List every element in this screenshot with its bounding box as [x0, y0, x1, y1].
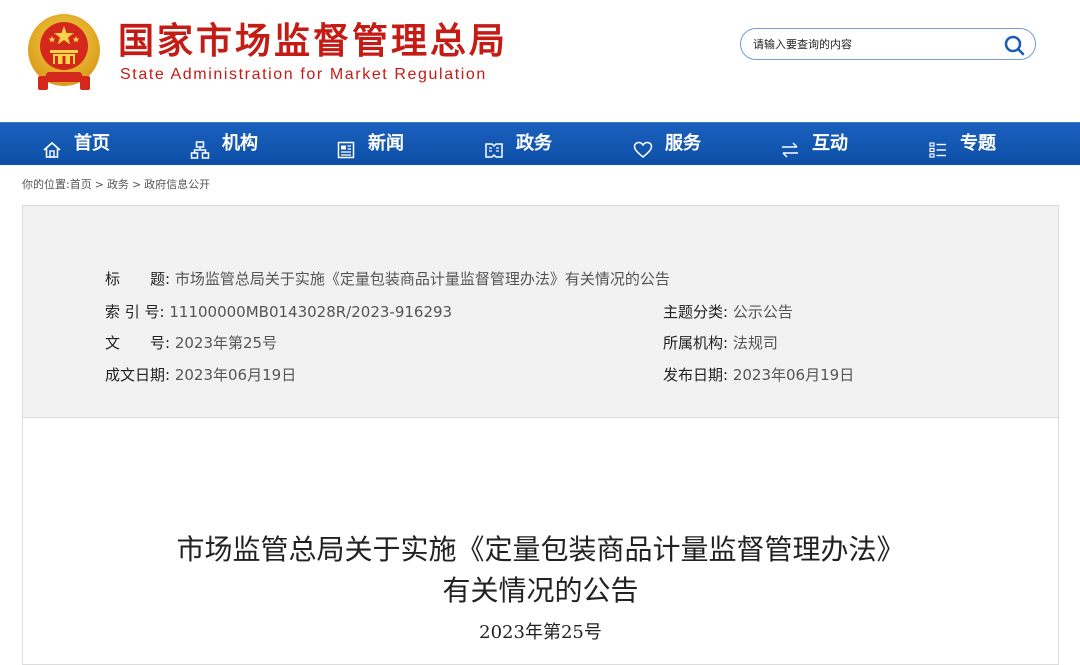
- nav-label: 新闻: [368, 133, 404, 154]
- article-title-line-1: 市场监管总局关于实施《定量包装商品计量监督管理办法》: [176, 533, 905, 566]
- nav-item-interaction[interactable]: 互动: [780, 123, 848, 165]
- info-label: 所属机构:: [663, 334, 729, 352]
- exchange-icon: [780, 134, 800, 158]
- info-value: 市场监管总局关于实施《定量包装商品计量监督管理办法》有关情况的公告: [174, 270, 670, 288]
- nav-label: 专题: [960, 133, 996, 154]
- breadcrumb-separator: >: [131, 178, 142, 191]
- info-label: 主题分类:: [663, 303, 729, 321]
- nav-label: 服务: [665, 133, 701, 154]
- content-frame: 标 题: 市场监管总局关于实施《定量包装商品计量监督管理办法》有关情况的公告 索…: [22, 205, 1059, 665]
- info-value: 2023年第25号: [174, 334, 278, 352]
- national-emblem-icon[interactable]: [24, 12, 104, 94]
- info-row-index: 索 引 号: 11100000MB0143028R/2023-916293: [105, 302, 452, 322]
- info-value: 2023年06月19日: [732, 366, 855, 384]
- government-affairs-icon: [484, 134, 504, 158]
- home-icon: [42, 134, 62, 158]
- nav-item-services[interactable]: 服务: [633, 123, 701, 165]
- info-label: 文 号:: [105, 334, 171, 352]
- breadcrumb-link-gov-affairs[interactable]: 政务: [107, 178, 129, 191]
- info-row-title: 标 题: 市场监管总局关于实施《定量包装商品计量监督管理办法》有关情况的公告: [105, 269, 670, 289]
- main-nav: 首页 机构 新闻 政务 服务 互动 专题: [0, 122, 1080, 165]
- site-title[interactable]: 国家市场监督管理总局: [118, 22, 508, 62]
- nav-label: 首页: [74, 133, 110, 154]
- breadcrumb-separator: >: [94, 178, 104, 191]
- news-icon: [336, 134, 356, 159]
- breadcrumb-link-info-disclosure[interactable]: 政府信息公开: [144, 178, 210, 191]
- info-row-topic: 主题分类: 公示公告: [663, 302, 793, 322]
- document-info-panel: 标 题: 市场监管总局关于实施《定量包装商品计量监督管理办法》有关情况的公告 索…: [23, 206, 1058, 418]
- info-row-written-date: 成文日期: 2023年06月19日: [105, 365, 296, 385]
- info-value: 法规司: [732, 334, 778, 352]
- info-label: 成文日期:: [105, 366, 171, 384]
- search-icon[interactable]: [1003, 34, 1025, 56]
- breadcrumb: 你的位置:首页 > 政务 > 政府信息公开: [22, 176, 210, 192]
- info-value: 11100000MB0143028R/2023-916293: [169, 303, 453, 321]
- info-value: 公示公告: [732, 303, 793, 321]
- site-header: 国家市场监督管理总局 State Administration for Mark…: [0, 0, 1080, 122]
- info-value: 2023年06月19日: [174, 366, 297, 384]
- info-row-docno: 文 号: 2023年第25号: [105, 333, 277, 353]
- info-label: 标 题:: [105, 270, 171, 288]
- nav-label: 机构: [222, 133, 258, 154]
- info-row-publish-date: 发布日期: 2023年06月19日: [663, 365, 854, 385]
- info-label: 索 引 号:: [105, 303, 165, 321]
- nav-label: 政务: [516, 133, 552, 154]
- nav-label: 互动: [812, 133, 848, 154]
- breadcrumb-link-home[interactable]: 首页: [70, 178, 92, 191]
- org-chart-icon: [190, 134, 210, 159]
- heart-icon: [633, 134, 653, 158]
- nav-item-home[interactable]: 首页: [42, 123, 110, 165]
- search-input[interactable]: [753, 35, 993, 53]
- search-box: [740, 28, 1036, 60]
- article-doc-number: 2023年第25号: [479, 622, 602, 643]
- list-icon: [928, 134, 948, 158]
- info-row-org: 所属机构: 法规司: [663, 333, 778, 353]
- article-title-line-2: 有关情况的公告: [442, 574, 639, 607]
- nav-item-gov-affairs[interactable]: 政务: [484, 123, 552, 165]
- nav-item-org[interactable]: 机构: [190, 123, 258, 165]
- site-subtitle: State Administration for Market Regulati…: [120, 66, 487, 83]
- info-label: 发布日期:: [663, 366, 729, 384]
- breadcrumb-prefix: 你的位置:: [22, 178, 70, 191]
- nav-item-news[interactable]: 新闻: [336, 123, 404, 165]
- nav-item-topics[interactable]: 专题: [928, 123, 996, 165]
